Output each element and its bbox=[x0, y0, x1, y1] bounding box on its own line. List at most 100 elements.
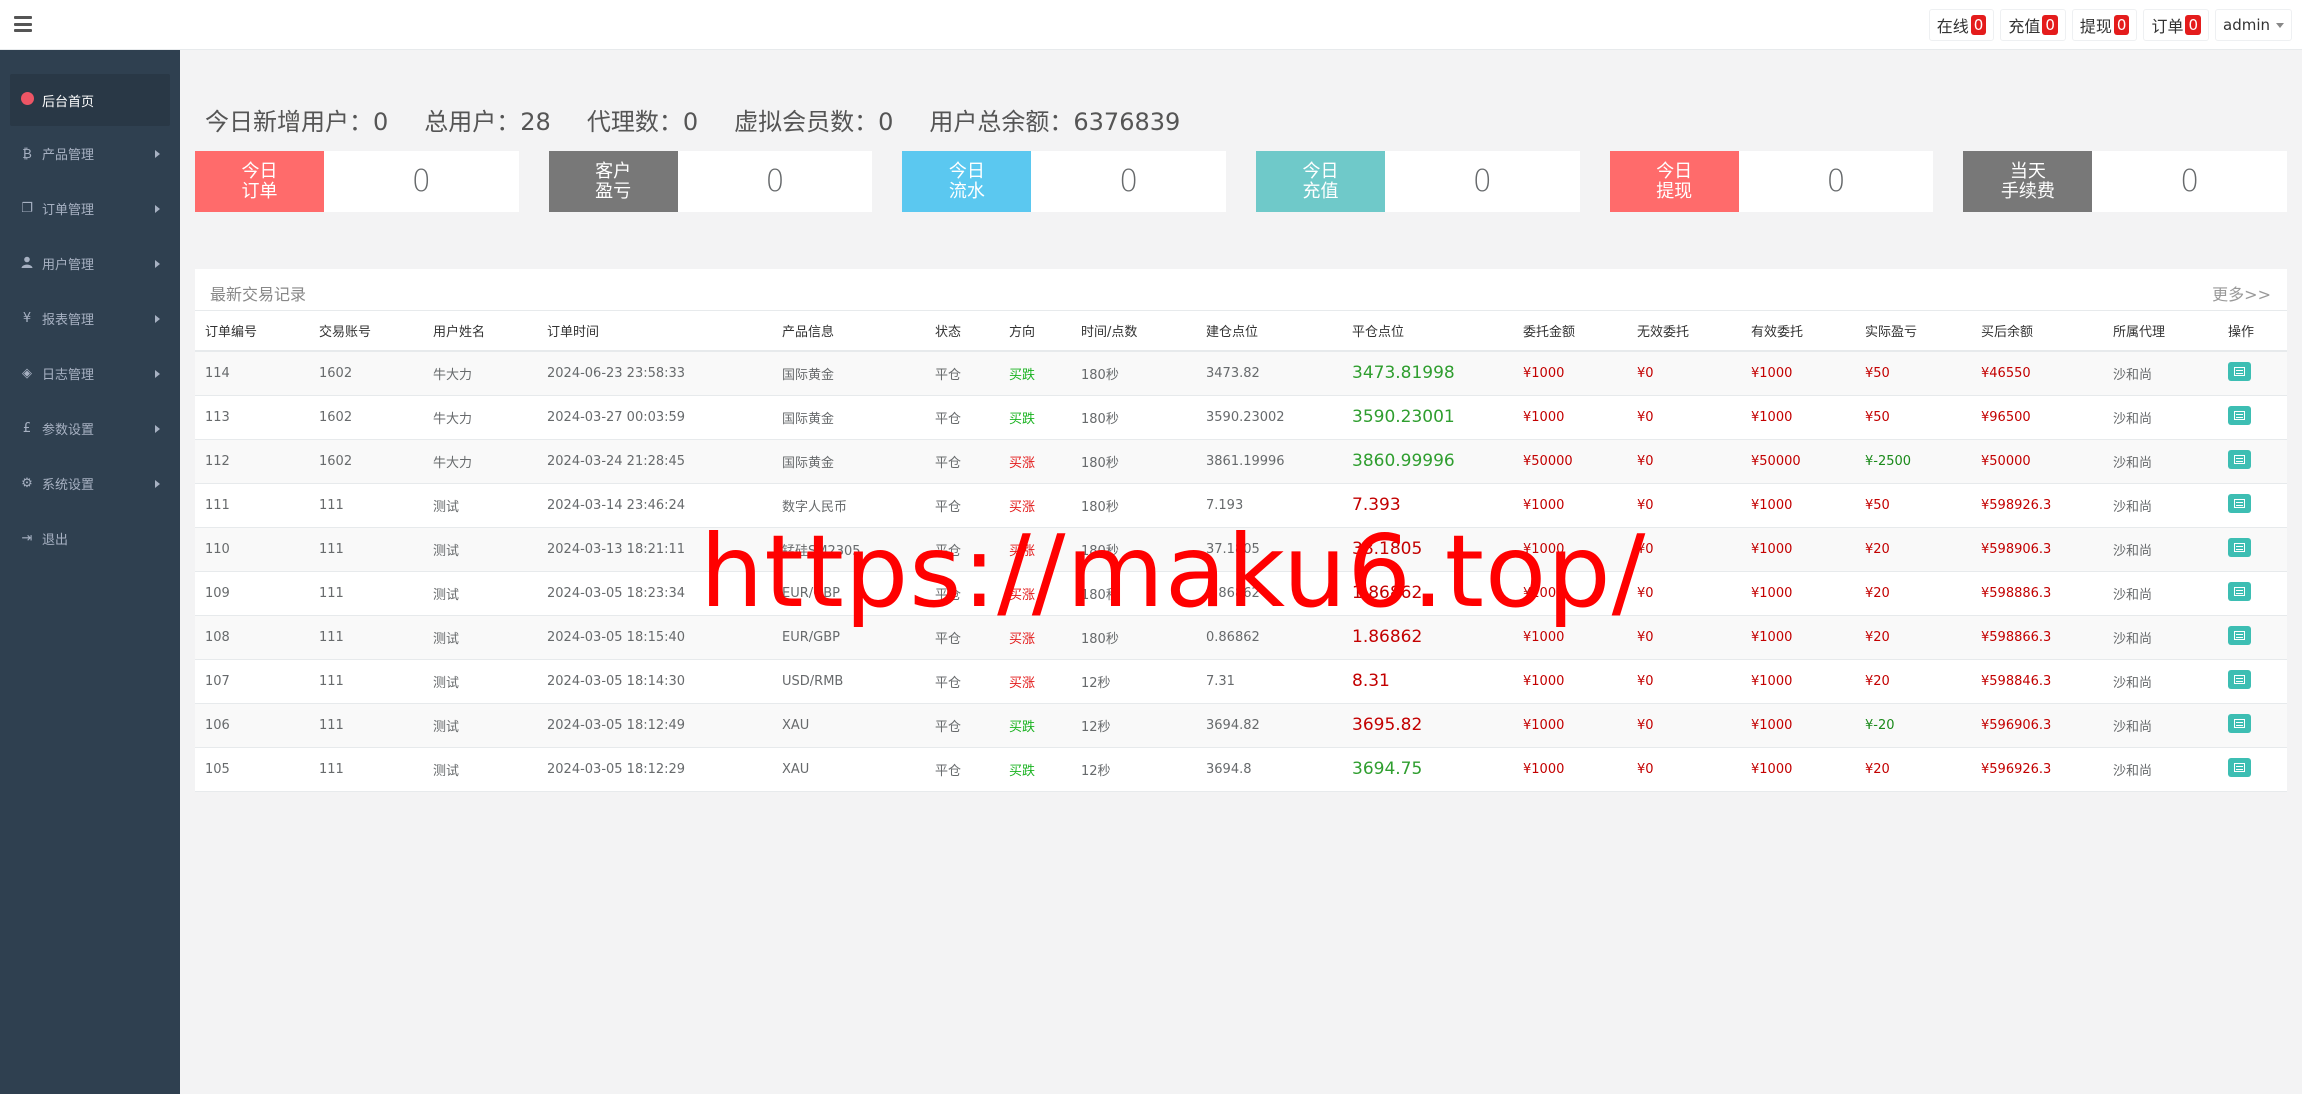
account-cell: 1602 bbox=[309, 395, 423, 440]
stat-card-value: 0 bbox=[1119, 164, 1139, 199]
sidebar-item-reports[interactable]: ¥ 报表管理 bbox=[0, 291, 180, 346]
close-price-cell: 3695.82 bbox=[1342, 703, 1513, 748]
amount-cell: ¥1000 bbox=[1513, 483, 1627, 528]
sidebar-item-logout[interactable]: ⇥ 退出 bbox=[0, 511, 180, 566]
online-count-link[interactable]: 在线 0 bbox=[1928, 9, 1995, 41]
table-body: 114 1602 牛大力 2024-06-23 23:58:33 国际黄金 平仓 买跌 180… bbox=[195, 351, 2287, 792]
sidebar-item-label: 订单管理 bbox=[42, 203, 95, 218]
column-header: 建仓点位 bbox=[1196, 311, 1342, 352]
close-price-cell: 3860.99996 bbox=[1342, 439, 1513, 484]
user-name-cell: 测试 bbox=[423, 747, 537, 792]
amount-cell: ¥1000 bbox=[1513, 395, 1627, 440]
chevron-right-icon bbox=[155, 315, 160, 323]
direction-cell: 买涨 bbox=[999, 571, 1071, 616]
column-header: 订单编号 bbox=[195, 311, 309, 352]
view-detail-button[interactable] bbox=[2228, 669, 2251, 689]
more-link[interactable]: 更多>> bbox=[2212, 281, 2271, 305]
main-content: 今日新增用户：0 总用户：28 代理数：0 虚拟会员数：0 用户总余额：6376… bbox=[195, 50, 2288, 792]
menu-toggle-icon[interactable] bbox=[14, 16, 32, 32]
open-price-cell: 3861.19996 bbox=[1196, 439, 1342, 484]
pnl-cell: ¥20 bbox=[1855, 615, 1971, 660]
open-price-cell: 0.86862 bbox=[1196, 615, 1342, 660]
account-cell: 1602 bbox=[309, 439, 423, 484]
sidebar-item-label: 日志管理 bbox=[42, 368, 95, 383]
invalid-amount-cell: ¥0 bbox=[1627, 659, 1741, 704]
column-header: 买后余额 bbox=[1971, 311, 2103, 352]
column-header: 订单时间 bbox=[537, 311, 772, 352]
account-cell: 111 bbox=[309, 527, 423, 572]
agent-cell: 沙和尚 bbox=[2103, 483, 2218, 528]
stat-card: 今日 充值 0 bbox=[1256, 151, 1580, 212]
order-count-link[interactable]: 订单 0 bbox=[2143, 9, 2209, 41]
table-row: 105 111 测试 2024-03-05 18:12:29 XAU 平仓 买跌 12秒 369… bbox=[195, 747, 2287, 792]
sidebar-item-users[interactable]: 用户管理 bbox=[0, 236, 180, 291]
close-price-cell: 7.393 bbox=[1342, 483, 1513, 528]
view-detail-button[interactable] bbox=[2228, 581, 2251, 601]
close-price-cell: 3590.23001 bbox=[1342, 395, 1513, 440]
agent-cell: 沙和尚 bbox=[2103, 527, 2218, 572]
amount-cell: ¥1000 bbox=[1513, 659, 1627, 704]
agent-cell: 沙和尚 bbox=[2103, 659, 2218, 704]
stat-card-label: 今日 提现 bbox=[1609, 151, 1739, 212]
amount-cell: ¥50000 bbox=[1513, 439, 1627, 484]
sidebar-item-params[interactable]: £ 参数设置 bbox=[0, 401, 180, 456]
amount-cell: ¥1000 bbox=[1513, 527, 1627, 572]
sidebar-item-products[interactable]: ₿ 产品管理 bbox=[0, 126, 180, 181]
stat-card-label: 今日 订单 bbox=[195, 151, 324, 212]
user-name-cell: 牛大力 bbox=[423, 351, 537, 396]
column-header: 无效委托 bbox=[1627, 311, 1741, 352]
dashboard-icon bbox=[20, 91, 34, 109]
user-name-cell: 测试 bbox=[423, 571, 537, 616]
recharge-count-link[interactable]: 充值 0 bbox=[2000, 9, 2066, 41]
close-price-cell: 3694.75 bbox=[1342, 747, 1513, 792]
valid-amount-cell: ¥50000 bbox=[1741, 439, 1855, 484]
valid-amount-cell: ¥1000 bbox=[1741, 351, 1855, 396]
account-cell: 111 bbox=[309, 571, 423, 616]
duration-cell: 180秒 bbox=[1071, 571, 1196, 616]
column-header: 产品信息 bbox=[772, 311, 925, 352]
sidebar-item-logs[interactable]: ◈ 日志管理 bbox=[0, 346, 180, 401]
list-icon bbox=[2234, 586, 2245, 596]
chevron-right-icon bbox=[155, 480, 160, 488]
amount-cell: ¥1000 bbox=[1513, 615, 1627, 660]
stat-agents: 代理数：0 bbox=[586, 107, 699, 136]
duration-cell: 180秒 bbox=[1071, 483, 1196, 528]
sidebar-item-label: 用户管理 bbox=[42, 258, 95, 273]
admin-dropdown[interactable]: admin bbox=[2215, 9, 2292, 41]
sidebar-item-orders[interactable]: ❐ 订单管理 bbox=[0, 181, 180, 236]
status-cell: 平仓 bbox=[925, 659, 999, 704]
status-cell: 平仓 bbox=[925, 483, 999, 528]
balance-cell: ¥46550 bbox=[1971, 351, 2103, 396]
recharge-badge: 0 bbox=[2042, 15, 2058, 35]
balance-cell: ¥50000 bbox=[1971, 439, 2103, 484]
action-cell bbox=[2218, 747, 2287, 792]
view-detail-button[interactable] bbox=[2228, 713, 2251, 733]
bitcoin-icon: ₿ bbox=[22, 146, 32, 162]
duration-cell: 12秒 bbox=[1071, 703, 1196, 748]
invalid-amount-cell: ¥0 bbox=[1627, 571, 1741, 616]
view-detail-button[interactable] bbox=[2228, 405, 2251, 425]
view-detail-button[interactable] bbox=[2228, 449, 2251, 469]
status-cell: 平仓 bbox=[925, 571, 999, 616]
list-icon bbox=[2234, 498, 2245, 508]
view-detail-button[interactable] bbox=[2228, 757, 2251, 777]
valid-amount-cell: ¥1000 bbox=[1741, 659, 1855, 704]
chevron-right-icon bbox=[155, 205, 160, 213]
action-cell bbox=[2218, 527, 2287, 572]
order-id-cell: 107 bbox=[195, 659, 309, 704]
table-row: 108 111 测试 2024-03-05 18:15:40 EUR/GBP 平仓 买涨 18… bbox=[195, 615, 2287, 660]
view-detail-button[interactable] bbox=[2228, 493, 2251, 513]
view-detail-button[interactable] bbox=[2228, 625, 2251, 645]
withdraw-count-link[interactable]: 提现 0 bbox=[2071, 9, 2138, 41]
admin-username: admin bbox=[2223, 16, 2270, 34]
sidebar-item-dashboard[interactable]: 后台首页 bbox=[10, 74, 170, 126]
sidebar-item-system[interactable]: ⚙ 系统设置 bbox=[0, 456, 180, 511]
view-detail-button[interactable] bbox=[2228, 537, 2251, 557]
top-navbar: 在线 0 充值 0 提现 0 订单 0 admin bbox=[0, 0, 2302, 50]
view-detail-button[interactable] bbox=[2228, 361, 2251, 381]
direction-cell: 买跌 bbox=[999, 395, 1071, 440]
stat-new-users: 今日新增用户：0 bbox=[205, 107, 389, 136]
column-header: 操作 bbox=[2218, 311, 2287, 352]
order-time-cell: 2024-06-23 23:58:33 bbox=[537, 351, 772, 396]
chevron-right-icon bbox=[155, 425, 160, 433]
